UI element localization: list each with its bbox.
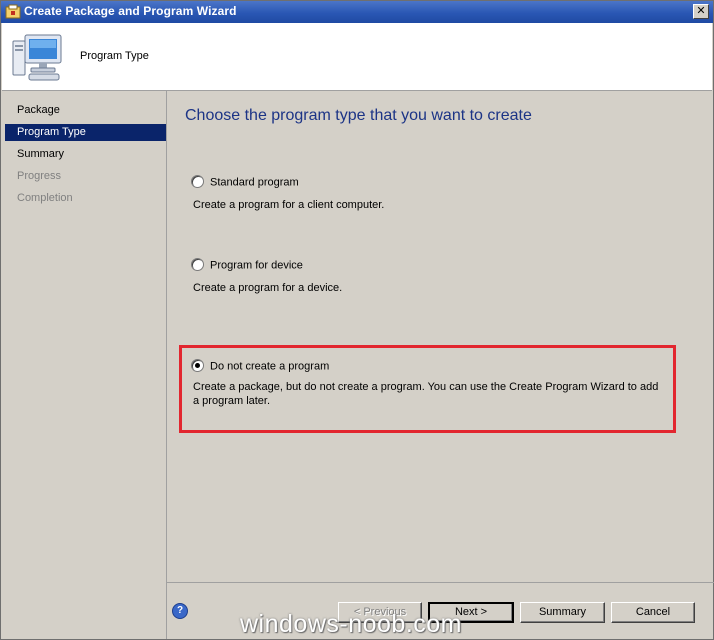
nav-item-program-type[interactable]: Program Type (5, 124, 166, 141)
radio-program-for-device[interactable] (191, 258, 204, 271)
nav-item-summary[interactable]: Summary (5, 146, 166, 163)
nav-item-completion: Completion (17, 192, 73, 204)
footer-separator (167, 582, 714, 583)
title-bar[interactable]: Create Package and Program Wizard ✕ (1, 1, 713, 23)
option-description-do-not-create: Create a package, but do not create a pr… (193, 381, 659, 407)
option-program-for-device[interactable]: Program for device (191, 258, 303, 275)
option-description-device: Create a program for a device. (193, 282, 343, 294)
radio-label-standard-program[interactable]: Standard program (210, 177, 299, 189)
cancel-button[interactable]: Cancel (611, 602, 695, 623)
summary-button[interactable]: Summary (520, 602, 605, 623)
page-heading: Choose the program type that you want to… (185, 107, 532, 124)
wizard-window: Create Package and Program Wizard ✕ Prog… (0, 0, 714, 640)
computer-icon (12, 34, 62, 81)
radio-label-program-for-device[interactable]: Program for device (210, 260, 303, 272)
help-icon[interactable]: ? (172, 603, 188, 619)
radio-do-not-create[interactable] (191, 359, 204, 372)
nav-item-package[interactable]: Package (5, 102, 166, 119)
window-title: Create Package and Program Wizard (24, 4, 237, 18)
option-standard-program[interactable]: Standard program (191, 175, 299, 192)
radio-label-do-not-create[interactable]: Do not create a program (210, 361, 329, 373)
close-button[interactable]: ✕ (693, 4, 709, 19)
close-icon: ✕ (696, 5, 706, 17)
wizard-nav: Package Program Type Summary Progress Co… (5, 97, 166, 639)
option-description-standard: Create a program for a client computer. (193, 199, 385, 211)
wizard-content: Choose the program type that you want to… (166, 91, 714, 639)
wizard-header: Program Type (2, 23, 712, 91)
radio-standard-program[interactable] (191, 175, 204, 188)
option-do-not-create[interactable]: Do not create a program (191, 359, 329, 376)
wizard-app-icon (5, 4, 21, 19)
nav-item-progress: Progress (17, 170, 62, 182)
watermark-text: windows-noob.com (240, 610, 462, 638)
header-title: Program Type (80, 50, 149, 62)
